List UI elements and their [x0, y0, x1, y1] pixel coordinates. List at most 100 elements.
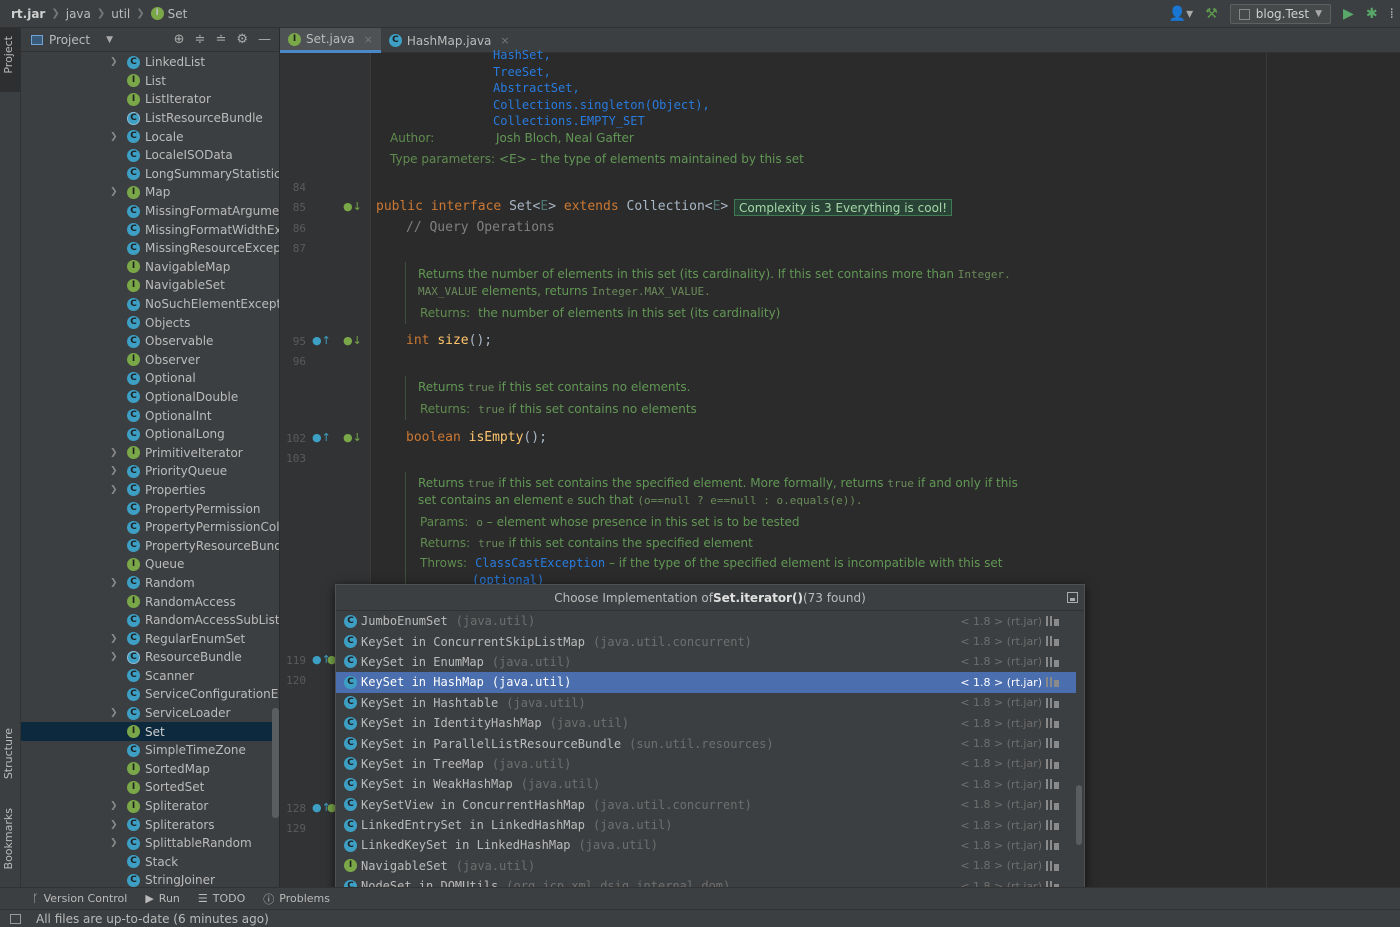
implementation-row[interactable]: C KeySet in Hashtable (java.util) < 1.8 > (… — [336, 693, 1076, 713]
chevron-right-icon[interactable]: ❯ — [110, 708, 118, 718]
status-window-icon[interactable] — [10, 914, 21, 924]
tree-item[interactable]: C Optional — [21, 369, 279, 388]
chevron-right-icon[interactable]: ❯ — [110, 187, 118, 197]
implementation-row[interactable]: C KeySet in ConcurrentSkipListMap (java.ut… — [336, 631, 1076, 651]
chevron-right-icon[interactable]: ❯ — [110, 578, 118, 588]
implementation-row[interactable]: C KeySetView in ConcurrentHashMap (java.ut… — [336, 795, 1076, 815]
implemented-icon[interactable]: ●↓ — [343, 431, 362, 444]
implementation-row[interactable]: C KeySet in ParallelListResourceBundle (su… — [336, 733, 1076, 753]
todo-tab[interactable]: ☰ TODO — [198, 892, 245, 905]
implementation-row[interactable]: I NavigableSet (java.util) < 1.8 > (rt.jar) — [336, 856, 1076, 876]
implementation-row[interactable]: C JumboEnumSet (java.util) < 1.8 > (rt.jar) — [336, 611, 1076, 631]
see-also-link[interactable]: Collections.singleton(Object), — [493, 97, 710, 114]
tree-item[interactable]: I Observer — [21, 351, 279, 370]
more-icon[interactable]: ⁞ — [1390, 6, 1394, 22]
see-also-link[interactable]: AbstractSet, — [493, 80, 710, 97]
tree-item[interactable]: I Queue — [21, 555, 279, 574]
structure-tool-tab[interactable]: Structure — [2, 728, 15, 779]
tree-item[interactable]: C Stack — [21, 853, 279, 872]
close-icon[interactable]: × — [500, 34, 509, 47]
chevron-down-icon[interactable]: ▼ — [106, 35, 113, 45]
tree-item[interactable]: I RandomAccess — [21, 592, 279, 611]
tree-item[interactable]: C OptionalLong — [21, 425, 279, 444]
see-also-link[interactable]: TreeSet, — [493, 64, 710, 81]
implementation-row[interactable]: C KeySet in TreeMap (java.util) < 1.8 > (rt… — [336, 754, 1076, 774]
implementation-row[interactable]: C LinkedKeySet in LinkedHashMap (java.util… — [336, 835, 1076, 855]
tree-item[interactable]: ❯ I Spliterator — [21, 797, 279, 816]
tree-item[interactable]: C RandomAccessSubList — [21, 611, 279, 630]
see-also-link[interactable]: Collections.EMPTY_SET — [493, 113, 710, 130]
tree-item[interactable]: ❯ C RegularEnumSet — [21, 629, 279, 648]
version-control-tab[interactable]: ᚴ Version Control — [32, 892, 127, 905]
implementation-row[interactable]: C KeySet in HashMap (java.util) < 1.8 > (rt… — [336, 672, 1076, 693]
see-also-link[interactable]: HashSet, — [493, 47, 710, 64]
tree-item[interactable]: C OptionalInt — [21, 406, 279, 425]
implementation-row[interactable]: C KeySet in EnumMap (java.util) < 1.8 > (rt… — [336, 652, 1076, 672]
breadcrumb-rt-jar[interactable]: rt.jar — [11, 7, 45, 21]
chevron-right-icon[interactable]: ❯ — [110, 485, 118, 495]
expand-all-icon[interactable]: ≑ — [195, 32, 206, 47]
locate-icon[interactable]: ⊕ — [174, 32, 185, 47]
tree-item[interactable]: I SortedMap — [21, 760, 279, 779]
overrides-icon[interactable]: ●↑ — [312, 334, 331, 347]
close-icon[interactable]: × — [364, 33, 373, 46]
tree-item[interactable]: ❯ C LinkedList — [21, 53, 279, 72]
editor-tab[interactable]: I Set.java × — [280, 28, 381, 53]
tree-item[interactable]: C ServiceConfigurationError — [21, 685, 279, 704]
tree-item[interactable]: ❯ C Spliterators — [21, 815, 279, 834]
breadcrumb-java[interactable]: java — [66, 7, 91, 21]
tree-item[interactable]: I NavigableSet — [21, 276, 279, 295]
project-view-select[interactable]: Project — [49, 33, 90, 47]
tree-item[interactable]: C Observable — [21, 332, 279, 351]
tree-item[interactable]: C LongSummaryStatistics — [21, 165, 279, 184]
tree-item[interactable]: C PropertyPermissionCollection — [21, 518, 279, 537]
minimize-icon[interactable]: — — [258, 32, 271, 47]
user-icon[interactable]: 👤▾ — [1169, 6, 1193, 22]
problems-tab[interactable]: ⓘ Problems — [263, 891, 330, 907]
tree-item[interactable]: ❯ C Random — [21, 574, 279, 593]
hammer-icon[interactable]: ⚒ — [1205, 6, 1218, 22]
tree-item[interactable]: I NavigableMap — [21, 258, 279, 277]
bookmarks-tool-tab[interactable]: Bookmarks — [2, 808, 15, 869]
collapse-all-icon[interactable]: ≐ — [215, 32, 226, 47]
chevron-right-icon[interactable]: ❯ — [110, 801, 118, 811]
tree-item[interactable]: C LocaleISOData — [21, 146, 279, 165]
tree-item[interactable]: C PropertyResourceBundle — [21, 536, 279, 555]
tree-item[interactable]: C MissingFormatArgumentException — [21, 202, 279, 221]
tree-item[interactable]: C StringJoiner — [21, 871, 279, 887]
implementation-row[interactable]: C KeySet in IdentityHashMap (java.util) < 1… — [336, 713, 1076, 733]
chevron-right-icon[interactable]: ❯ — [110, 652, 118, 662]
tree-item[interactable]: C SimpleTimeZone — [21, 741, 279, 760]
tree-item[interactable]: ❯ C Properties — [21, 481, 279, 500]
tree-item[interactable]: ❯ C Locale — [21, 127, 279, 146]
run-icon[interactable]: ▶ — [1343, 6, 1354, 22]
open-in-window-icon[interactable] — [1067, 592, 1078, 603]
run-tab[interactable]: ▶ Run — [145, 892, 180, 905]
tree-item[interactable]: C Objects — [21, 313, 279, 332]
implementation-row[interactable]: C KeySet in WeakHashMap (java.util) < 1.8 >… — [336, 774, 1076, 794]
chevron-right-icon[interactable]: ❯ — [110, 820, 118, 830]
popup-scrollbar[interactable] — [1076, 785, 1082, 845]
tree-item[interactable]: I Set — [21, 722, 279, 741]
tree-item[interactable]: ❯ I PrimitiveIterator — [21, 443, 279, 462]
tree-item[interactable]: ❯ C PriorityQueue — [21, 462, 279, 481]
tree-item[interactable]: ❯ C SplittableRandom — [21, 834, 279, 853]
tree-item[interactable]: I SortedSet — [21, 778, 279, 797]
tree-item[interactable]: I ListIterator — [21, 90, 279, 109]
chevron-right-icon[interactable]: ❯ — [110, 634, 118, 644]
gear-icon[interactable]: ⚙ — [236, 32, 248, 47]
chevron-right-icon[interactable]: ❯ — [110, 448, 118, 458]
breadcrumb-util[interactable]: util — [111, 7, 130, 21]
doc-link[interactable]: ClassCastException — [475, 556, 605, 570]
tree-item[interactable]: ❯ C ServiceLoader — [21, 704, 279, 723]
tree-item[interactable]: C PropertyPermission — [21, 499, 279, 518]
overrides-icon[interactable]: ●↑ — [312, 431, 331, 444]
tree-item[interactable]: ❯ I Map — [21, 183, 279, 202]
chevron-right-icon[interactable]: ❯ — [110, 132, 118, 142]
chevron-right-icon[interactable]: ❯ — [110, 57, 118, 67]
project-tool-tab[interactable]: Project — [2, 36, 15, 74]
tree-item[interactable]: C Scanner — [21, 667, 279, 686]
breadcrumb-set[interactable]: Set — [168, 7, 188, 21]
implemented-icon[interactable]: ●↓ — [343, 334, 362, 347]
implementation-row[interactable]: C LinkedEntrySet in LinkedHashMap (java.ut… — [336, 815, 1076, 835]
